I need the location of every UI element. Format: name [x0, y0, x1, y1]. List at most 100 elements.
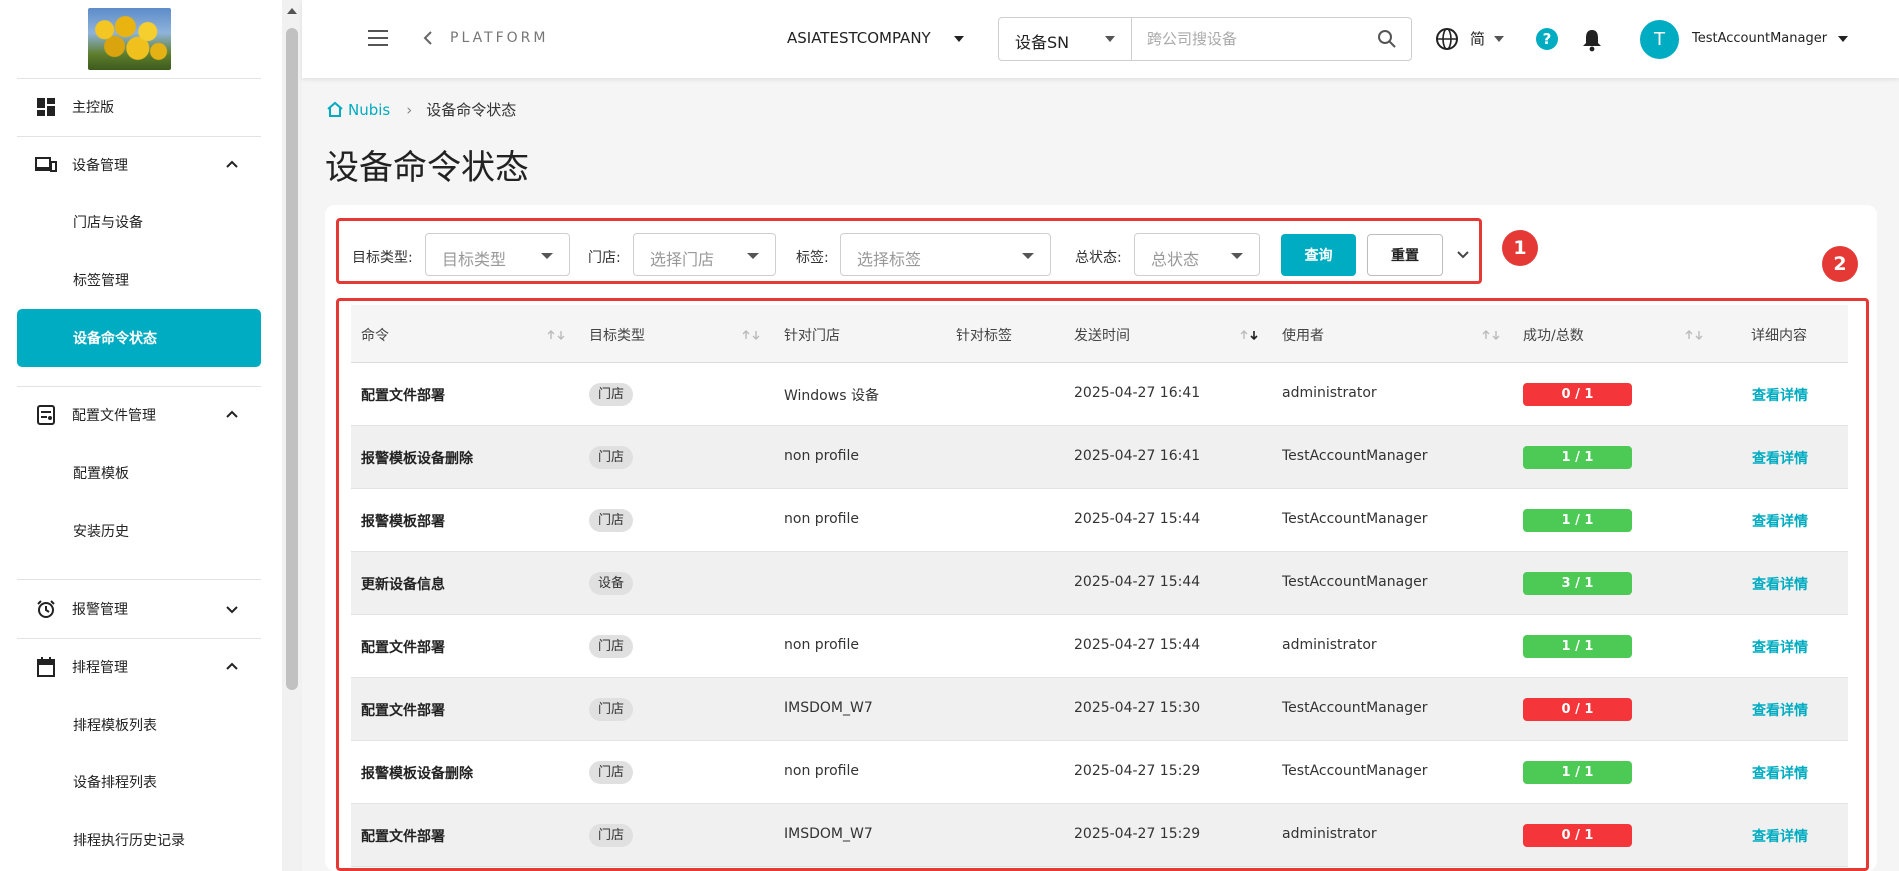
caret-down-icon: [747, 253, 759, 259]
sidebar-scrollbar[interactable]: [282, 0, 302, 871]
cell-store: non profile: [784, 763, 859, 779]
help-icon[interactable]: ?: [1536, 28, 1558, 50]
target-type-placeholder: 目标类型: [442, 250, 507, 269]
store-label: 门店:: [588, 250, 621, 266]
cell-user: TestAccountManager: [1282, 511, 1428, 527]
user-name[interactable]: TestAccountManager: [1692, 31, 1827, 46]
cell-command: 配置文件部署: [361, 703, 445, 719]
cell-user: administrator: [1282, 385, 1377, 401]
view-details-link[interactable]: 查看详情: [1752, 826, 1808, 846]
sidebar-item-config-file-management[interactable]: 配置文件管理: [17, 391, 261, 439]
caret-down-icon: [1022, 253, 1034, 259]
sidebar-item-install-history[interactable]: 安装历史: [17, 502, 261, 560]
view-details-link[interactable]: 查看详情: [1752, 574, 1808, 594]
chevron-left-icon[interactable]: [422, 30, 434, 46]
sidebar-item-alarm-management[interactable]: 报警管理: [17, 585, 261, 633]
view-details-link[interactable]: 查看详情: [1752, 763, 1808, 783]
query-button[interactable]: 查询: [1281, 234, 1356, 276]
company-selector[interactable]: ASIATESTCOMPANY: [787, 29, 931, 47]
breadcrumb-current: 设备命令状态: [426, 101, 517, 119]
sidebar-item-schedule-templates[interactable]: 排程模板列表: [17, 696, 261, 754]
sort-descending-icon[interactable]: [1239, 329, 1261, 341]
table-row: 更新设备信息 设备 2025-04-27 15:44 TestAccountManag…: [351, 552, 1848, 615]
cell-command: 报警模板部署: [361, 514, 445, 530]
search-icon[interactable]: [1377, 29, 1397, 49]
tag-select[interactable]: 选择标签: [840, 233, 1051, 276]
caret-down-icon[interactable]: [1494, 36, 1504, 42]
scroll-up-arrow-icon[interactable]: [287, 8, 297, 14]
cell-user: administrator: [1282, 637, 1377, 653]
column-header-target-type[interactable]: 目标类型: [589, 325, 645, 345]
sidebar-item-tag-management[interactable]: 标签管理: [17, 251, 261, 309]
column-header-success-total[interactable]: 成功/总数: [1523, 325, 1584, 345]
search-input[interactable]: [1133, 18, 1363, 60]
sidebar-item-device-management[interactable]: 设备管理: [17, 141, 261, 189]
divider: [17, 78, 261, 79]
scroll-thumb[interactable]: [286, 28, 298, 690]
sidebar-subitem-label: 排程执行历史记录: [73, 833, 185, 849]
caret-down-icon: [1231, 253, 1243, 259]
globe-icon[interactable]: [1435, 27, 1459, 51]
sidebar-item-stores-devices[interactable]: 门店与设备: [17, 193, 261, 251]
platform-label[interactable]: PLATFORM: [450, 30, 548, 46]
language-selector[interactable]: 简: [1470, 28, 1485, 49]
cell-send-time: 2025-04-27 16:41: [1074, 448, 1201, 464]
bell-icon[interactable]: [1581, 28, 1603, 52]
column-header-store: 针对门店: [784, 328, 840, 344]
success-ratio-badge: 1 / 1: [1523, 446, 1632, 469]
target-type-chip: 门店: [589, 698, 634, 721]
view-details-link[interactable]: 查看详情: [1752, 700, 1808, 720]
avatar[interactable]: T: [1640, 20, 1679, 59]
search-type-value: 设备SN: [1015, 33, 1070, 52]
status-select[interactable]: 总状态: [1134, 233, 1260, 276]
sort-icon[interactable]: [1684, 329, 1706, 341]
tag-label: 标签:: [796, 250, 829, 266]
sidebar-item-config-template[interactable]: 配置模板: [17, 444, 261, 502]
column-header-user[interactable]: 使用者: [1282, 325, 1324, 345]
chevron-up-icon: [226, 410, 238, 418]
sort-icon[interactable]: [741, 329, 763, 341]
cell-user: administrator: [1282, 826, 1377, 842]
success-ratio-badge: 3 / 1: [1523, 572, 1632, 595]
view-details-link[interactable]: 查看详情: [1752, 511, 1808, 531]
menu-toggle-icon[interactable]: [368, 30, 388, 46]
table-row: 配置文件部署 门店 Windows 设备 2025-04-27 16:41 admini…: [351, 363, 1848, 426]
view-details-link[interactable]: 查看详情: [1752, 385, 1808, 405]
calendar-icon: [35, 656, 57, 678]
cell-send-time: 2025-04-27 15:29: [1074, 826, 1201, 842]
chevron-down-icon: [226, 606, 238, 614]
target-type-chip: 门店: [589, 446, 634, 469]
sort-icon[interactable]: [1481, 329, 1503, 341]
breadcrumb-home[interactable]: Nubis: [326, 101, 390, 119]
divider: [17, 579, 261, 580]
sidebar-item-device-command-status[interactable]: 设备命令状态: [17, 309, 261, 367]
divider: [17, 136, 261, 137]
table-row: 报警模板设备删除 门店 non profile 2025-04-27 15:29 Tes…: [351, 741, 1848, 804]
caret-down-icon[interactable]: [1838, 36, 1848, 42]
sidebar-item-schedule-history[interactable]: 排程执行历史记录: [17, 811, 261, 869]
reset-button[interactable]: 重置: [1367, 234, 1443, 276]
table-row: 配置文件部署 门店 non profile 2025-04-27 15:44 admin…: [351, 615, 1848, 678]
column-header-send-time[interactable]: 发送时间: [1074, 325, 1130, 345]
column-header-command[interactable]: 命令: [361, 325, 389, 345]
search-type-select[interactable]: 设备SN: [999, 18, 1132, 60]
breadcrumb: Nubis › 设备命令状态: [326, 99, 516, 120]
sidebar-subitem-label: 设备排程列表: [73, 775, 157, 791]
cell-store: IMSDOM_W7: [784, 700, 873, 716]
column-header-details: 详细内容: [1751, 328, 1807, 344]
target-type-select[interactable]: 目标类型: [425, 233, 570, 276]
success-ratio-badge: 0 / 1: [1523, 698, 1632, 721]
caret-down-icon[interactable]: [954, 36, 964, 42]
sort-icon[interactable]: [546, 329, 568, 341]
sidebar-item-schedule-management[interactable]: 排程管理: [17, 643, 261, 691]
sidebar-item-dashboard[interactable]: 主控版: [17, 83, 261, 131]
sidebar-item-label: 主控版: [72, 100, 114, 116]
expand-filters-chevron-icon[interactable]: [1455, 248, 1471, 262]
store-select[interactable]: 选择门店: [633, 233, 776, 276]
annotation-marker-2: 2: [1822, 246, 1858, 282]
view-details-link[interactable]: 查看详情: [1752, 637, 1808, 657]
sidebar-item-label: 设备管理: [72, 158, 128, 174]
dashboard-icon: [35, 96, 57, 118]
sidebar-item-device-schedules[interactable]: 设备排程列表: [17, 753, 261, 811]
view-details-link[interactable]: 查看详情: [1752, 448, 1808, 468]
